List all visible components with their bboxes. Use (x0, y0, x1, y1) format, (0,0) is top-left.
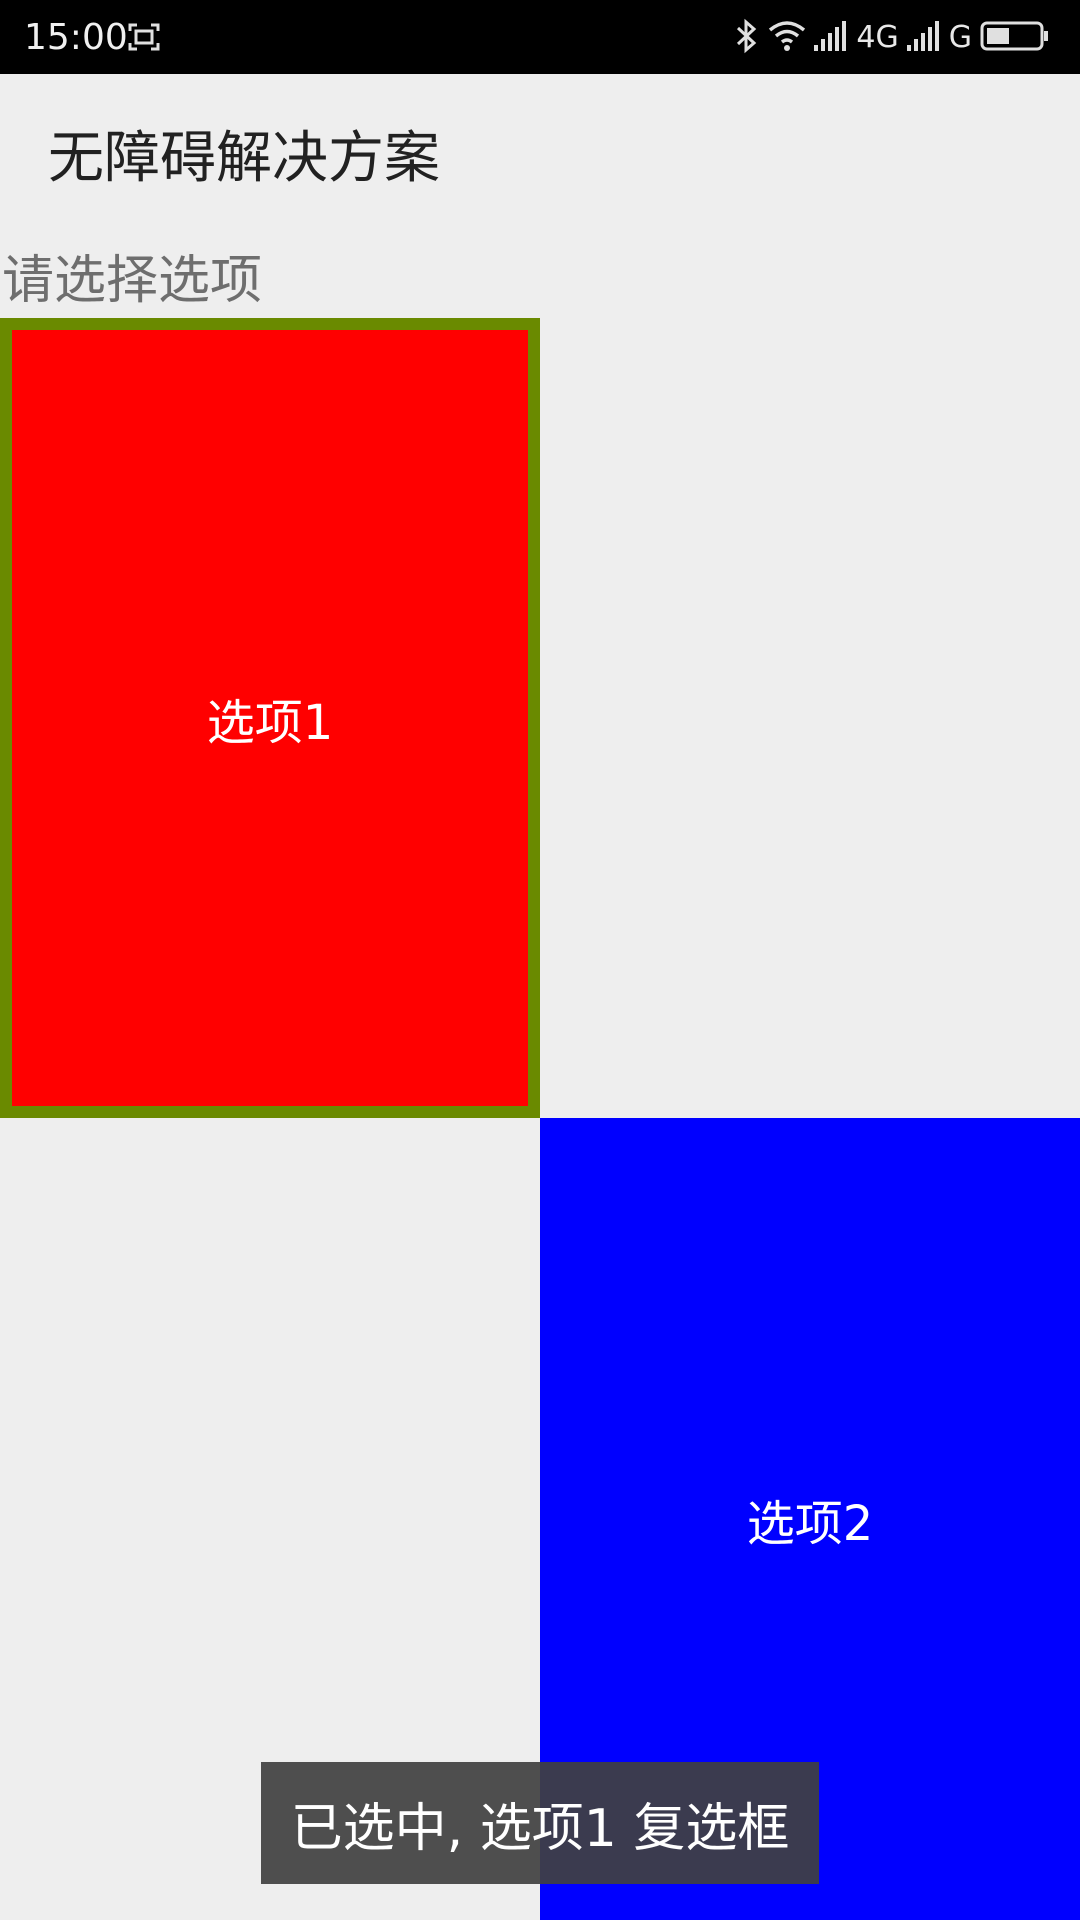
wifi-icon (768, 20, 806, 56)
signal-icon (906, 21, 941, 55)
status-icons: 4G G (734, 18, 1050, 58)
app-title: 无障碍解决方案 (48, 126, 440, 191)
network-type-2: G (948, 20, 972, 55)
toast-message: 已选中, 选项1 复选框 (290, 1798, 790, 1859)
accessibility-toast: 已选中, 选项1 复选框 (261, 1762, 819, 1884)
status-time: 15:00 (24, 17, 128, 58)
signal-icon (814, 21, 848, 55)
option-1-checkbox[interactable]: 选项1 (0, 318, 540, 1118)
bluetooth-icon (734, 18, 760, 58)
battery-icon (980, 20, 1050, 56)
option-1-label: 选项1 (206, 695, 334, 751)
screenshot-icon (128, 22, 160, 52)
option-2-label: 选项2 (746, 1496, 874, 1552)
select-prompt-label: 请选择选项 (2, 251, 263, 311)
status-bar: 15:00 4G G (0, 0, 1080, 74)
network-type-1: 4G (856, 20, 899, 55)
